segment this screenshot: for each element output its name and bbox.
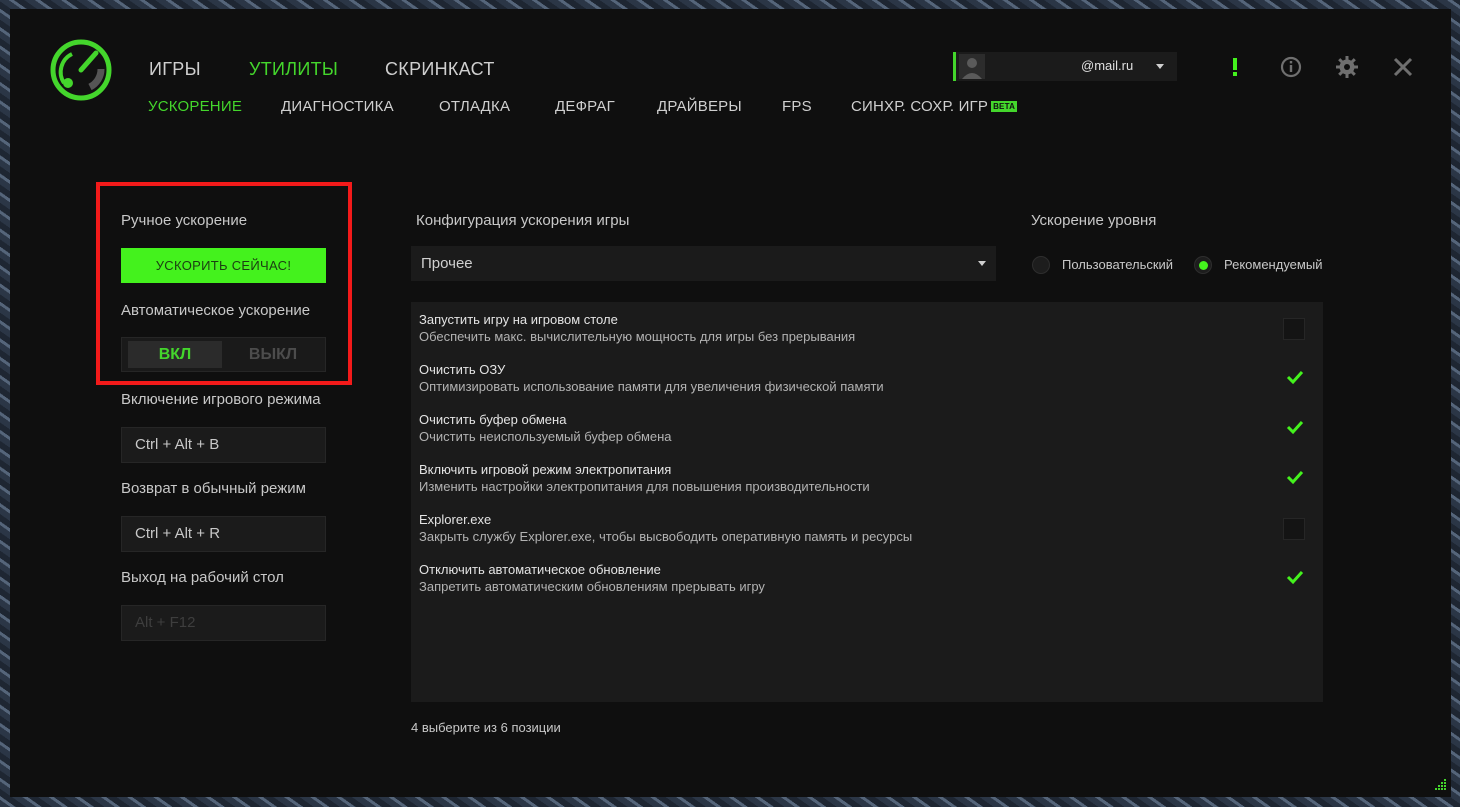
level-label: Ускорение уровня [1031, 212, 1157, 229]
item-description: Оптимизировать использование памяти для … [419, 379, 884, 394]
config-dropdown-value: Прочее [421, 255, 473, 272]
resize-grip-icon[interactable] [1434, 778, 1447, 791]
checkmark-icon[interactable] [1286, 419, 1304, 435]
item-title: Очистить ОЗУ [419, 362, 506, 377]
item-title: Запустить игру на игровом столе [419, 312, 618, 327]
list-item: Очистить буфер обмена Очистить неиспольз… [419, 404, 1309, 448]
highlight-annotation-box [96, 182, 352, 385]
alert-icon[interactable] [1223, 55, 1247, 79]
item-description: Изменить настройки электропитания для по… [419, 479, 870, 494]
checkmark-icon[interactable] [1286, 469, 1304, 485]
subtab-debug[interactable]: ОТЛАДКА [439, 98, 510, 115]
item-checkbox[interactable] [1283, 518, 1305, 540]
app-window: ИГРЫ УТИЛИТЫ СКРИНКАСТ УСКОРЕНИЕ ДИАГНОС… [10, 9, 1451, 797]
subtab-fps[interactable]: FPS [782, 98, 812, 115]
subtab-game-save-sync-label: СИНХР. СОХР. ИГР [851, 98, 989, 115]
selection-count-text: 4 выберите из 6 позиции [411, 720, 561, 735]
item-checkbox[interactable] [1283, 318, 1305, 340]
checkmark-icon[interactable] [1286, 569, 1304, 585]
item-description: Обеспечить макс. вычислительную мощность… [419, 329, 856, 344]
item-title: Очистить буфер обмена [419, 412, 567, 427]
list-item: Очистить ОЗУ Оптимизировать использовани… [419, 354, 1309, 398]
info-icon[interactable] [1279, 55, 1303, 79]
config-dropdown[interactable]: Прочее [411, 246, 996, 281]
item-title: Отключить автоматическое обновление [419, 562, 661, 577]
item-description: Закрыть службу Explorer.exe, чтобы высво… [419, 529, 913, 544]
gear-icon[interactable] [1335, 55, 1359, 79]
list-item: Включить игровой режим электропитания Из… [419, 454, 1309, 498]
chevron-down-icon [1156, 64, 1164, 69]
subtab-boost[interactable]: УСКОРЕНИЕ [148, 98, 242, 115]
list-item: Запустить игру на игровом столе Обеспечи… [419, 304, 1309, 348]
user-email: @mail.ru [1081, 58, 1134, 73]
user-account-dropdown[interactable]: @mail.ru [953, 52, 1177, 81]
normal-mode-label: Возврат в обычный режим [121, 480, 306, 497]
subtab-defrag[interactable]: ДЕФРАГ [555, 98, 615, 115]
tab-games[interactable]: ИГРЫ [149, 59, 201, 80]
radio-recommended-label[interactable]: Рекомендуемый [1224, 257, 1322, 272]
close-icon[interactable] [1391, 55, 1415, 79]
boost-options-list: Запустить игру на игровом столе Обеспечи… [411, 302, 1323, 702]
config-label: Конфигурация ускорения игры [416, 212, 630, 229]
radio-recommended[interactable] [1194, 256, 1212, 274]
list-item: Отключить автоматическое обновление Запр… [419, 554, 1309, 598]
game-mode-label: Включение игрового режима [121, 391, 321, 408]
chevron-down-icon [978, 261, 986, 266]
desktop-exit-hotkey-field[interactable]: Alt + F12 [121, 605, 326, 641]
beta-badge: BETA [991, 101, 1018, 112]
radio-custom-label[interactable]: Пользовательский [1062, 257, 1173, 272]
avatar-icon [959, 54, 985, 79]
list-item: Explorer.exe Закрыть службу Explorer.exe… [419, 504, 1309, 548]
item-title: Explorer.exe [419, 512, 492, 527]
user-status-bar [953, 52, 956, 81]
speedometer-logo-icon [50, 39, 112, 101]
item-description: Запретить автоматическим обновлениям пре… [419, 579, 765, 594]
radio-custom[interactable] [1032, 256, 1050, 274]
normal-mode-hotkey-field[interactable]: Ctrl + Alt + R [121, 516, 326, 552]
item-description: Очистить неиспользуемый буфер обмена [419, 429, 672, 444]
checkmark-icon[interactable] [1286, 369, 1304, 385]
subtab-game-save-sync[interactable]: СИНХР. СОХР. ИГР BETA [851, 98, 1018, 115]
tab-screencast[interactable]: СКРИНКАСТ [385, 59, 495, 80]
desktop-exit-label: Выход на рабочий стол [121, 569, 284, 586]
game-mode-hotkey-field[interactable]: Ctrl + Alt + B [121, 427, 326, 463]
subtab-drivers[interactable]: ДРАЙВЕРЫ [657, 98, 742, 115]
tab-utilities[interactable]: УТИЛИТЫ [249, 59, 338, 80]
item-title: Включить игровой режим электропитания [419, 462, 672, 477]
subtab-diagnostics[interactable]: ДИАГНОСТИКА [281, 98, 394, 115]
